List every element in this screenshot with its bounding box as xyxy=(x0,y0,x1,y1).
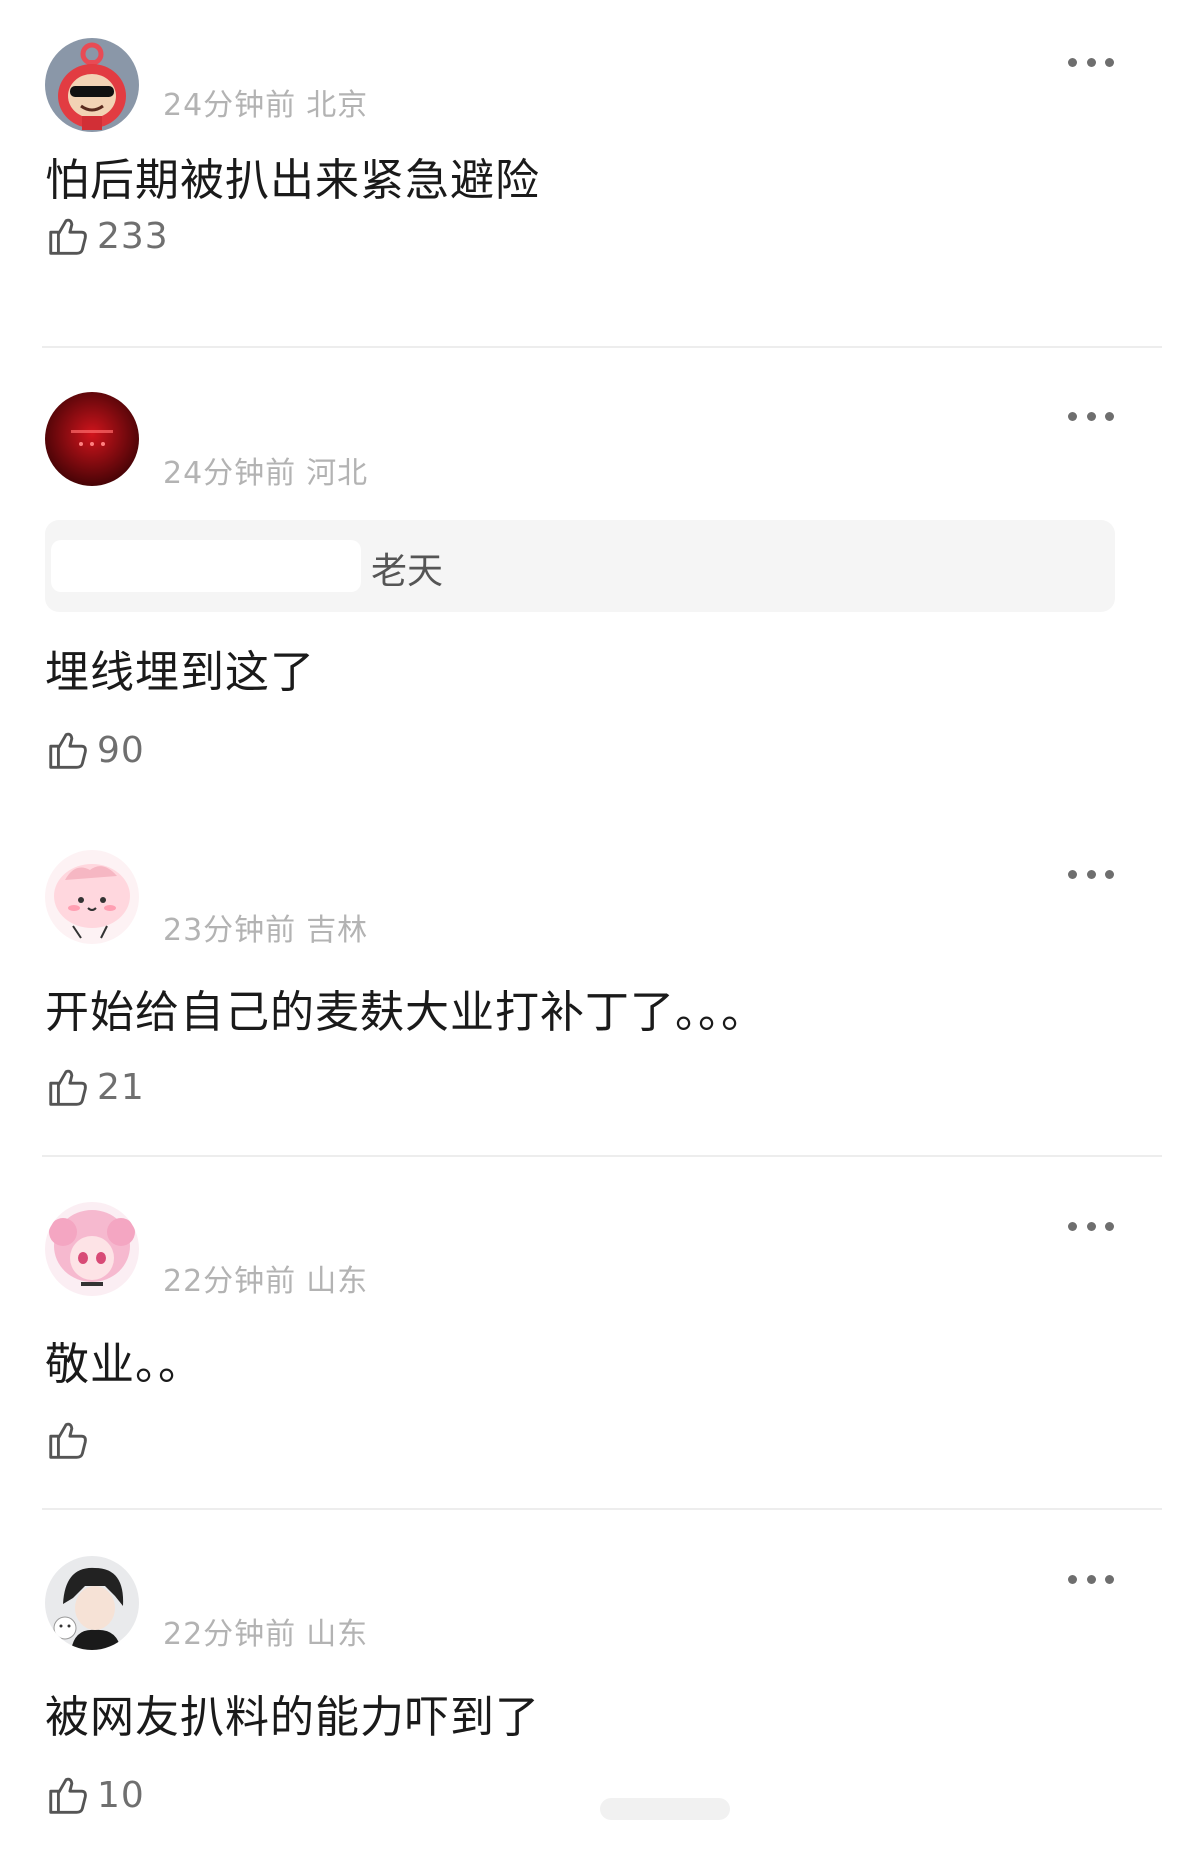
divider xyxy=(42,1155,1162,1157)
comment-text: 开始给自己的麦麸大业打补丁了。。。 xyxy=(45,987,766,1038)
comment-location: 山东 xyxy=(306,1264,369,1299)
thumbs-up-icon xyxy=(49,732,87,769)
comment-time: 22分钟前 xyxy=(163,1264,297,1299)
comment-text: 怕后期被扒出来紧急避险 xyxy=(45,155,540,206)
more-dots-icon[interactable] xyxy=(1068,868,1114,880)
user-avatar[interactable] xyxy=(45,1202,139,1296)
more-dots-icon[interactable] xyxy=(1068,1220,1114,1232)
like-button[interactable]: 90 xyxy=(45,726,145,774)
thumbs-up-icon xyxy=(49,218,87,255)
user-avatar[interactable] xyxy=(45,392,139,486)
comment-meta: 24分钟前 河北 xyxy=(163,448,368,492)
comment-meta: 22分钟前 山东 xyxy=(163,1609,368,1653)
comment-location: 河北 xyxy=(306,456,369,491)
like-button[interactable]: 10 xyxy=(45,1771,145,1819)
comment-time: 23分钟前 xyxy=(163,913,297,948)
quoted-text: 老天 xyxy=(371,551,444,592)
comment-text: 被网友扒料的能力吓到了 xyxy=(45,1692,540,1743)
comment-time: 22分钟前 xyxy=(163,1617,297,1652)
like-count: 233 xyxy=(97,215,169,257)
more-dots-icon[interactable] xyxy=(1068,410,1114,422)
comment-location: 吉林 xyxy=(306,913,369,948)
like-button[interactable] xyxy=(45,1416,97,1464)
like-count: 90 xyxy=(97,729,145,771)
more-dots-icon[interactable] xyxy=(1068,56,1114,68)
user-avatar[interactable] xyxy=(45,38,139,132)
comment-text: 敬业。。 xyxy=(45,1339,203,1390)
user-avatar[interactable] xyxy=(45,1556,139,1650)
anime-boy-cat-avatar-icon xyxy=(45,1556,139,1650)
more-dots-icon[interactable] xyxy=(1068,1573,1114,1585)
divider xyxy=(42,1508,1162,1510)
thumbs-up-icon xyxy=(49,1777,87,1814)
thumbs-up-icon xyxy=(49,1069,87,1106)
pink-anime-girl-avatar-icon xyxy=(45,1202,139,1296)
comment-time: 24分钟前 xyxy=(163,456,297,491)
comment-meta: 22分钟前 山东 xyxy=(163,1256,368,1300)
comment-time: 24分钟前 xyxy=(163,88,297,123)
quoted-reply[interactable]: 老天 xyxy=(45,520,1115,612)
comment-location: 北京 xyxy=(306,88,369,123)
comment-meta: 24分钟前 北京 xyxy=(163,80,368,124)
comment-location: 山东 xyxy=(306,1617,369,1652)
divider xyxy=(42,346,1162,348)
dark-red-stage-avatar-icon xyxy=(45,392,139,486)
red-teletubby-sunglasses-avatar-icon xyxy=(45,38,139,132)
like-button[interactable]: 21 xyxy=(45,1063,145,1111)
watermark-smudge xyxy=(600,1798,730,1820)
user-avatar[interactable] xyxy=(45,850,139,944)
comment-text: 埋线埋到这了 xyxy=(45,647,315,698)
quoted-username-blur xyxy=(51,540,361,592)
pink-blob-avatar-icon xyxy=(45,850,139,944)
thumbs-up-icon xyxy=(49,1422,87,1459)
like-button[interactable]: 233 xyxy=(45,212,169,260)
comment-meta: 23分钟前 吉林 xyxy=(163,905,368,949)
like-count: 10 xyxy=(97,1774,145,1816)
like-count: 21 xyxy=(97,1066,145,1108)
